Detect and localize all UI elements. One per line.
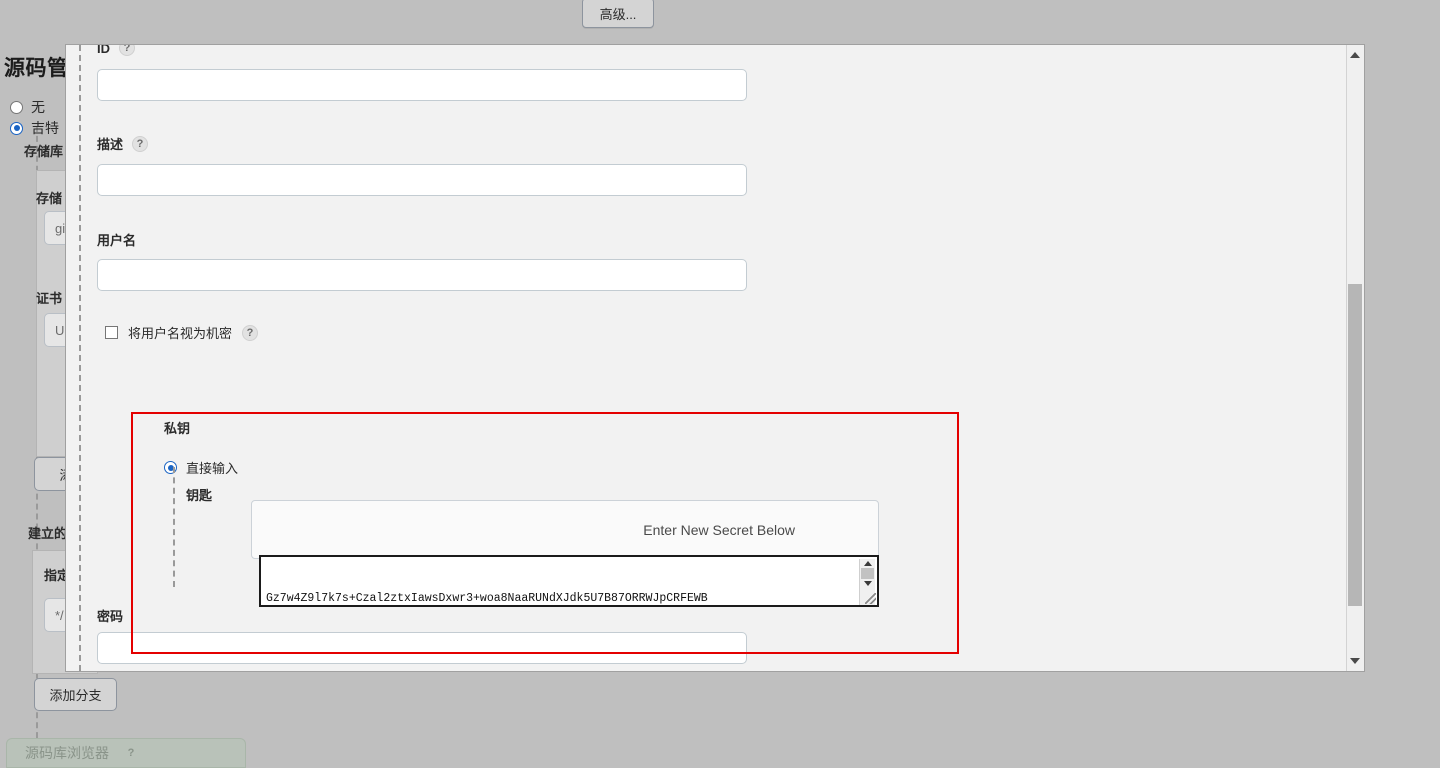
textarea-scroll-thumb[interactable] (861, 568, 874, 579)
private-key-textarea[interactable]: Gz7w4Z9l7k7s+Czal2ztxIawsDxwr3+woa8NaaRU… (259, 555, 879, 607)
scroll-up-arrow-icon[interactable] (863, 561, 872, 566)
password-field-label: 密码 (97, 609, 124, 624)
private-key-group-label: 私钥 (164, 421, 191, 436)
branches-label: 建立的 (28, 526, 68, 541)
scroll-down-arrow-icon[interactable] (1350, 658, 1360, 664)
id-input[interactable] (97, 69, 747, 101)
modal-scroll-thumb[interactable] (1348, 284, 1362, 606)
scm-option-git[interactable]: 吉特 (10, 118, 59, 138)
id-field-label: ID ? (97, 45, 135, 56)
modal-body: ID ? 描述 ? 用户名 将用户名视为机密 ? 密码 私钥 直接输入 钥匙 E… (66, 45, 1349, 671)
private-key-direct-entry-label: 直接输入 (186, 461, 239, 476)
modal-dashed-guide (79, 45, 81, 671)
username-secret-label: 将用户名视为机密 (128, 326, 233, 341)
username-field-label: 用户名 (97, 233, 137, 248)
username-secret-checkbox[interactable] (105, 326, 118, 339)
add-branch-button[interactable]: 添加分支 (34, 678, 117, 711)
repository-url-label: 存储 (36, 191, 63, 206)
description-field-label: 描述 ? (97, 134, 149, 153)
private-key-direct-entry-option[interactable]: 直接输入 (164, 458, 238, 477)
help-icon[interactable]: ? (132, 135, 149, 152)
private-key-dashed-guide (173, 467, 175, 587)
credentials-label: 证书 (36, 291, 63, 306)
help-icon[interactable]: ? (123, 745, 139, 761)
radio-git-icon[interactable] (10, 121, 23, 135)
description-label-text: 描述 (97, 137, 124, 152)
textarea-resize-grip[interactable] (865, 593, 876, 604)
credentials-modal: ID ? 描述 ? 用户名 将用户名视为机密 ? 密码 私钥 直接输入 钥匙 E… (65, 44, 1365, 672)
repositories-label: 存储库 (24, 144, 64, 159)
help-icon[interactable]: ? (119, 45, 135, 56)
secret-prompt-box: Enter New Secret Below (251, 500, 879, 559)
private-key-key-label: 钥匙 (186, 488, 213, 503)
scm-option-none-label: 无 (31, 99, 45, 115)
secret-prompt-text: Enter New Secret Below (643, 521, 795, 538)
advanced-button[interactable]: 高级... (582, 0, 654, 28)
repo-browser-field[interactable]: 源码库浏览器 ? (6, 738, 246, 768)
private-key-group: 私钥 直接输入 钥匙 Enter New Secret Below Gz7w4Z… (131, 412, 959, 654)
modal-scrollbar[interactable] (1346, 45, 1364, 671)
username-input[interactable] (97, 259, 747, 291)
repo-browser-label: 源码库浏览器 (25, 745, 109, 761)
scm-option-git-label: 吉特 (31, 120, 59, 136)
scroll-down-arrow-icon[interactable] (863, 581, 872, 586)
scm-option-none[interactable]: 无 (10, 97, 45, 117)
page-title: 源码管 (4, 57, 69, 80)
radio-direct-entry-icon[interactable] (164, 461, 177, 474)
id-label-text: ID (97, 45, 110, 56)
username-secret-checkbox-row[interactable]: 将用户名视为机密 ? (105, 323, 259, 342)
private-key-line: Gz7w4Z9l7k7s+Czal2ztxIawsDxwr3+woa8NaaRU… (266, 592, 708, 605)
description-input[interactable] (97, 164, 747, 196)
scroll-up-arrow-icon[interactable] (1350, 52, 1360, 58)
help-icon[interactable]: ? (242, 324, 259, 341)
private-key-inner: 私钥 直接输入 钥匙 (164, 418, 238, 587)
radio-none-icon[interactable] (10, 100, 23, 114)
